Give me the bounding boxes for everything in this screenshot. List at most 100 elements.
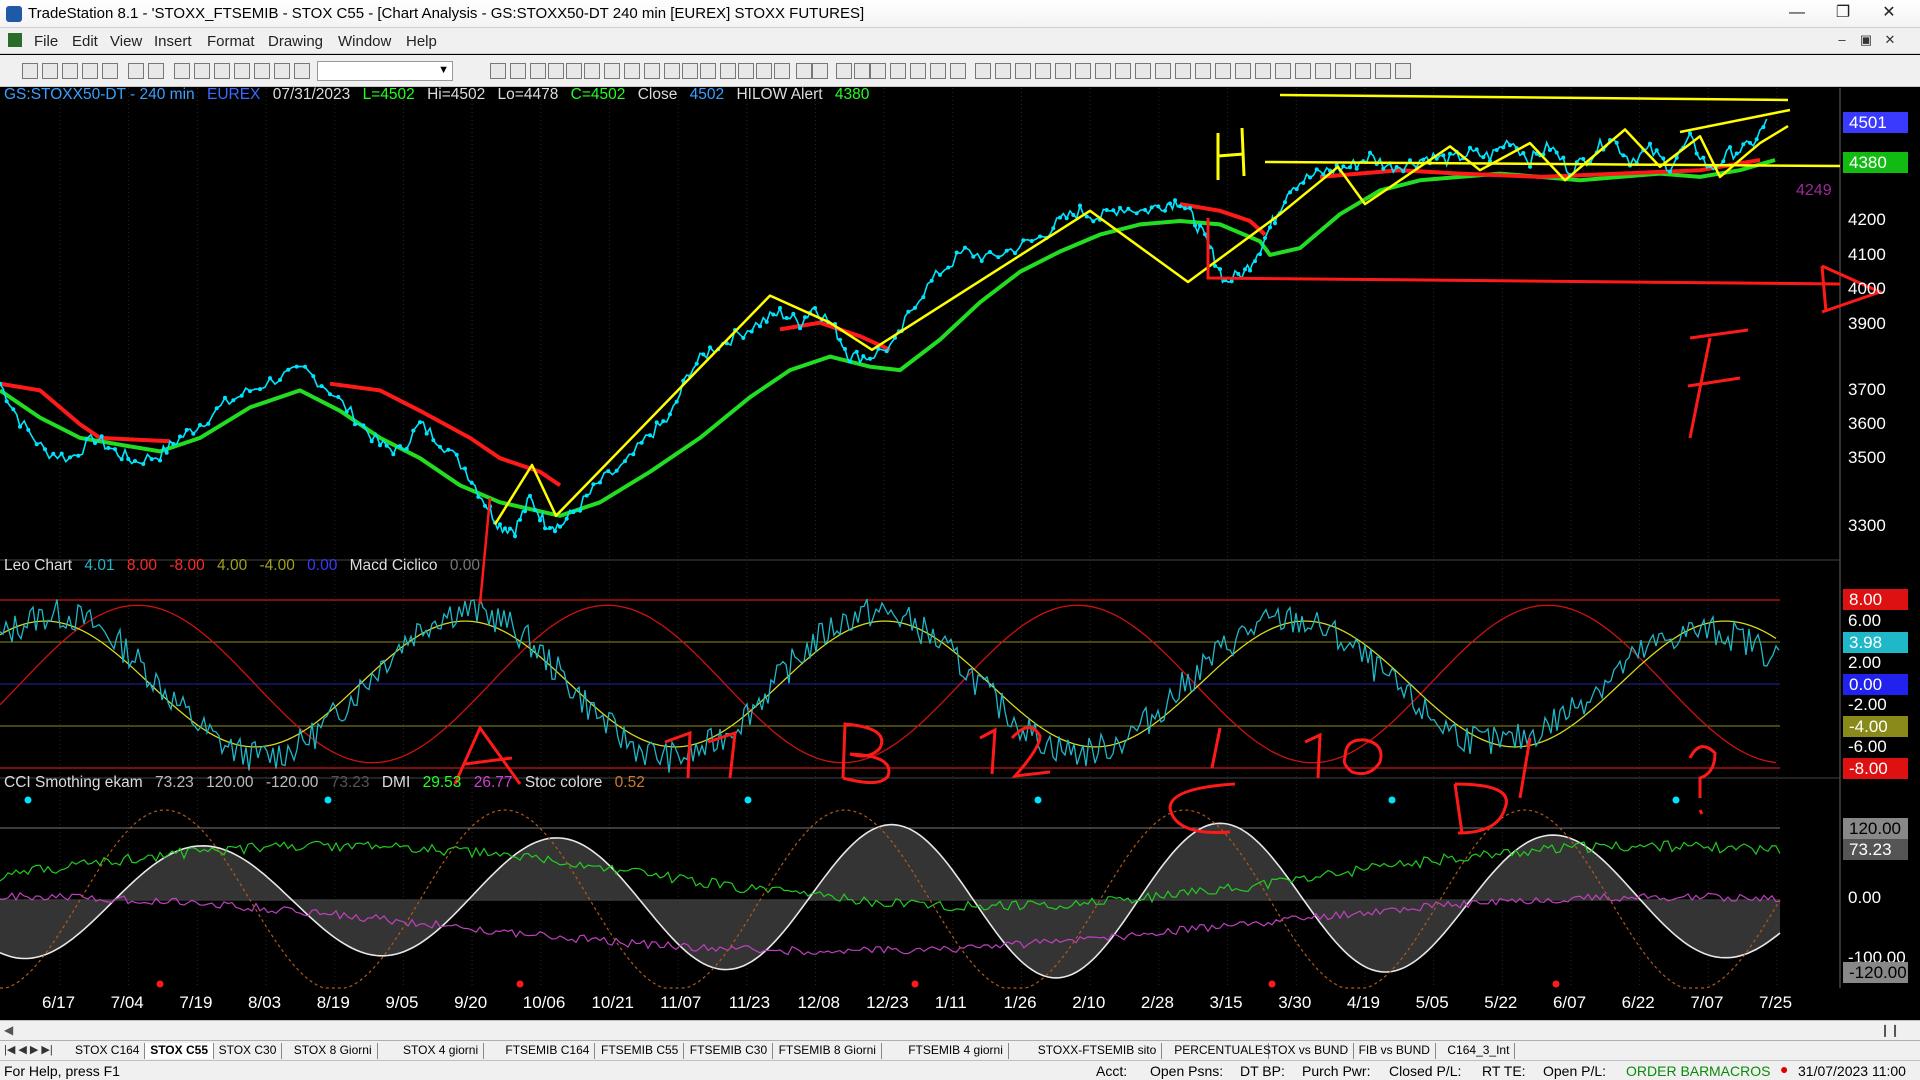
toolbar-tool-icon[interactable] — [42, 63, 58, 79]
toolbar-tool-icon[interactable] — [128, 63, 144, 79]
symbol-select[interactable]: ▼ — [317, 61, 453, 81]
toolbar-tool-icon[interactable] — [1035, 63, 1051, 79]
toolbar-tool-icon[interactable] — [644, 63, 660, 79]
toolbar-tool-icon[interactable] — [1095, 63, 1111, 79]
scroll-left-icon[interactable]: ◀ — [4, 1023, 13, 1037]
close-icon[interactable]: ✕ — [1866, 0, 1912, 28]
toolbar-tool-icon[interactable] — [1215, 63, 1231, 79]
minimize-icon[interactable]: — — [1774, 0, 1820, 28]
menu-help[interactable]: Help — [406, 33, 437, 50]
tab-12[interactable]: STOX vs BUND — [1258, 1043, 1355, 1059]
tab-13[interactable]: FIB vs BUND — [1354, 1043, 1436, 1059]
toolbar-tool-icon[interactable] — [624, 63, 640, 79]
toolbar-tool-icon[interactable] — [1075, 63, 1091, 79]
chart-canvas[interactable] — [0, 88, 1920, 1008]
tab-nav-icon[interactable]: |◀ ◀ ▶ ▶| — [4, 1043, 53, 1056]
menu-edit[interactable]: Edit — [72, 33, 98, 50]
toolbar-tool-icon[interactable] — [910, 63, 926, 79]
toolbar-tool-icon[interactable] — [1015, 63, 1031, 79]
toolbar-tool-icon[interactable] — [214, 63, 230, 79]
toolbar-tool-icon[interactable] — [62, 63, 78, 79]
menu-file[interactable]: File — [34, 33, 58, 50]
mdi-close-icon[interactable]: ✕ — [1880, 32, 1900, 50]
toolbar-tool-icon[interactable] — [234, 63, 250, 79]
tab-6[interactable]: FTSEMIB C55 — [596, 1043, 685, 1059]
toolbar-tool-icon[interactable] — [22, 63, 38, 79]
menu-view[interactable]: View — [110, 33, 142, 50]
tab-1[interactable]: STOX C55 — [145, 1043, 214, 1059]
toolbar-tool-icon[interactable] — [975, 63, 991, 79]
toolbar-tool-icon[interactable] — [700, 63, 716, 79]
toolbar-tool-icon[interactable] — [1375, 63, 1391, 79]
toolbar-tool-icon[interactable] — [1175, 63, 1191, 79]
toolbar-tool-icon[interactable] — [950, 63, 966, 79]
mdi-minimize-icon[interactable]: – — [1832, 32, 1852, 50]
toolbar-tool-icon[interactable] — [1135, 63, 1151, 79]
tab-5[interactable]: FTSEMIB C164 — [500, 1043, 596, 1059]
horizontal-scrollbar[interactable]: ◀ ❙❙ — [0, 1020, 1920, 1040]
toolbar-tool-icon[interactable] — [102, 63, 118, 79]
toolbar-tool-icon[interactable] — [664, 63, 680, 79]
toolbar-tool-icon[interactable] — [756, 63, 772, 79]
toolbar-tool-icon[interactable] — [836, 63, 852, 79]
toolbar-tool-icon[interactable] — [870, 63, 886, 79]
toolbar-tool-icon[interactable] — [530, 63, 546, 79]
toolbar-tool-icon[interactable] — [1195, 63, 1211, 79]
menu-insert[interactable]: Insert — [154, 33, 192, 50]
toolbar-tool-icon[interactable] — [1275, 63, 1291, 79]
toolbar-tool-icon[interactable] — [254, 63, 270, 79]
tab-2[interactable]: STOX C30 — [214, 1043, 283, 1059]
mdi-restore-icon[interactable]: ▣ — [1856, 32, 1876, 50]
tab-0[interactable]: STOX C164 — [70, 1043, 146, 1059]
toolbar-tool-icon[interactable] — [194, 63, 210, 79]
toolbar-tool-icon[interactable] — [930, 63, 946, 79]
tab-4[interactable]: STOX 4 giorni — [398, 1043, 485, 1059]
toolbar-tool-icon[interactable] — [584, 63, 600, 79]
toolbar-tool-icon[interactable] — [604, 63, 620, 79]
tab-9[interactable]: FTSEMIB 4 giorni — [903, 1043, 1009, 1059]
menu-format[interactable]: Format — [207, 33, 255, 50]
toolbar-tool-icon[interactable] — [1055, 63, 1071, 79]
scroll-handle-icon[interactable]: ❙❙ — [1880, 1023, 1900, 1037]
toolbar-tool-icon[interactable] — [294, 63, 310, 79]
tab-11[interactable]: PERCENTUALE — [1169, 1043, 1269, 1059]
toolbar-tool-icon[interactable] — [174, 63, 190, 79]
toolbar-tool-icon[interactable] — [995, 63, 1011, 79]
toolbar-tool-icon[interactable] — [1255, 63, 1271, 79]
toolbar-tool-icon[interactable] — [854, 63, 870, 79]
toolbar-tool-icon[interactable] — [1395, 63, 1411, 79]
toolbar-tool-icon[interactable] — [1295, 63, 1311, 79]
toolbar-tool-icon[interactable] — [812, 63, 828, 79]
toolbar-tool-icon[interactable] — [720, 63, 736, 79]
tab-7[interactable]: FTSEMIB C30 — [685, 1043, 774, 1059]
status-order-bar[interactable]: ORDER BAR — [1626, 1063, 1709, 1079]
toolbar-tool-icon[interactable] — [548, 63, 564, 79]
status-macros[interactable]: MACROS — [1709, 1063, 1770, 1079]
toolbar-tool-icon[interactable] — [490, 63, 506, 79]
chart-window-icon[interactable] — [8, 33, 22, 47]
toolbar-tool-icon[interactable] — [774, 63, 790, 79]
toolbar-tool-icon[interactable] — [274, 63, 290, 79]
maximize-icon[interactable]: ❐ — [1820, 0, 1866, 28]
chart-area[interactable]: GS:STOXX50-DT - 240 min EUREX 07/31/2023… — [0, 86, 1920, 1012]
menu-window[interactable]: Window — [338, 33, 391, 50]
toolbar-tool-icon[interactable] — [1115, 63, 1131, 79]
toolbar-tool-icon[interactable] — [1355, 63, 1371, 79]
menu-drawing[interactable]: Drawing — [268, 33, 323, 50]
tab-8[interactable]: FTSEMIB 8 Giorni — [774, 1043, 882, 1059]
tab-3[interactable]: STOX 8 Giorni — [289, 1043, 378, 1059]
toolbar-tool-icon[interactable] — [682, 63, 698, 79]
toolbar-tool-icon[interactable] — [510, 63, 526, 79]
toolbar-tool-icon[interactable] — [148, 63, 164, 79]
toolbar-tool-icon[interactable] — [1155, 63, 1171, 79]
toolbar-tool-icon[interactable] — [1315, 63, 1331, 79]
tab-10[interactable]: STOXX-FTSEMIB sito — [1033, 1043, 1163, 1059]
toolbar-tool-icon[interactable] — [1235, 63, 1251, 79]
toolbar-tool-icon[interactable] — [82, 63, 98, 79]
toolbar-tool-icon[interactable] — [1335, 63, 1351, 79]
toolbar-tool-icon[interactable] — [566, 63, 582, 79]
toolbar-tool-icon[interactable] — [890, 63, 906, 79]
toolbar-tool-icon[interactable] — [796, 63, 812, 79]
tab-14[interactable]: C164_3_Int — [1442, 1043, 1516, 1059]
toolbar-tool-icon[interactable] — [738, 63, 754, 79]
